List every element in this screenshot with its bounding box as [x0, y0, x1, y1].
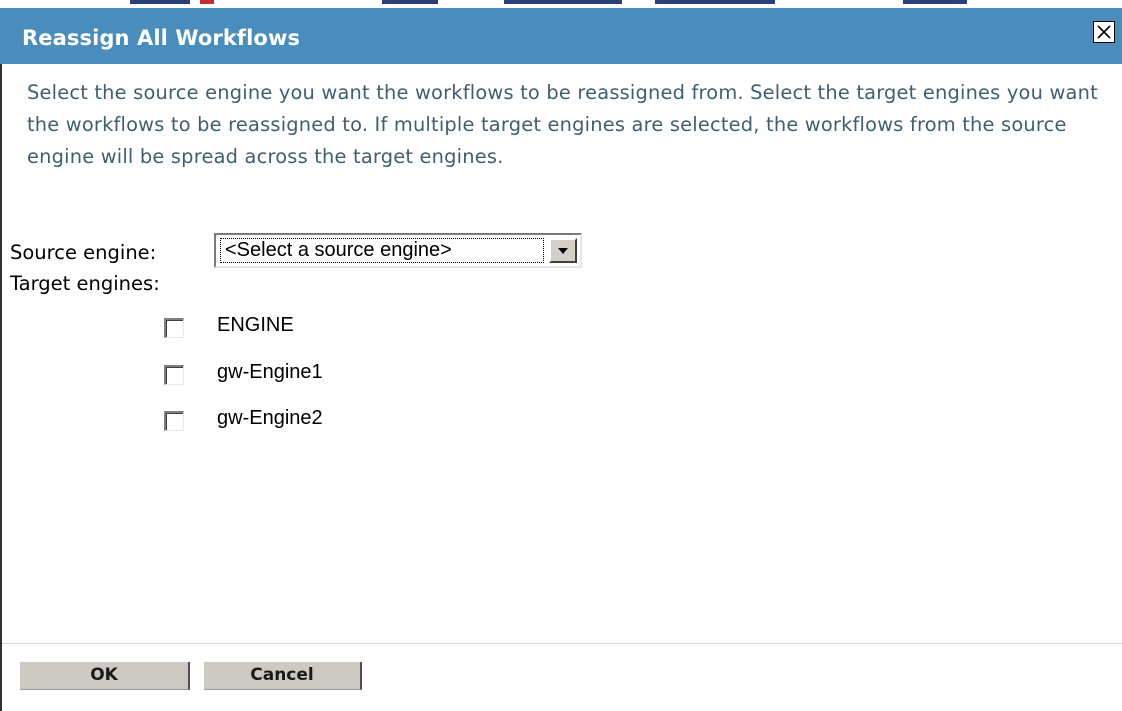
background-fragment — [200, 0, 214, 4]
background-fragment — [655, 0, 775, 4]
footer-divider — [2, 643, 1122, 644]
engine-checkbox[interactable] — [164, 411, 184, 431]
dialog-titlebar: Reassign All Workflows — [0, 8, 1122, 64]
cancel-button[interactable]: Cancel — [204, 662, 362, 690]
background-fragment — [903, 0, 967, 4]
engine-label: gw-Engine2 — [217, 407, 323, 429]
target-engines-label: Target engines: — [10, 272, 160, 295]
source-engine-selected-value: <Select a source engine> — [220, 238, 544, 263]
engine-label: ENGINE — [217, 314, 294, 336]
dialog-title: Reassign All Workflows — [22, 26, 301, 50]
engine-checkbox[interactable] — [164, 318, 184, 338]
background-fragment — [130, 0, 190, 4]
ok-button[interactable]: OK — [20, 662, 190, 690]
close-button[interactable] — [1093, 21, 1115, 43]
background-fragment — [382, 0, 438, 4]
dropdown-arrow-button[interactable] — [549, 238, 577, 263]
instructions-text: Select the source engine you want the wo… — [27, 81, 1098, 168]
source-engine-select[interactable]: <Select a source engine> — [214, 233, 582, 268]
background-fragment — [504, 0, 622, 4]
engine-checkbox[interactable] — [164, 365, 184, 385]
engine-label: gw-Engine1 — [217, 361, 323, 383]
background-page-strip — [0, 0, 1122, 8]
source-engine-label: Source engine: — [10, 241, 157, 264]
chevron-down-icon — [558, 248, 568, 254]
close-icon — [1097, 25, 1111, 39]
